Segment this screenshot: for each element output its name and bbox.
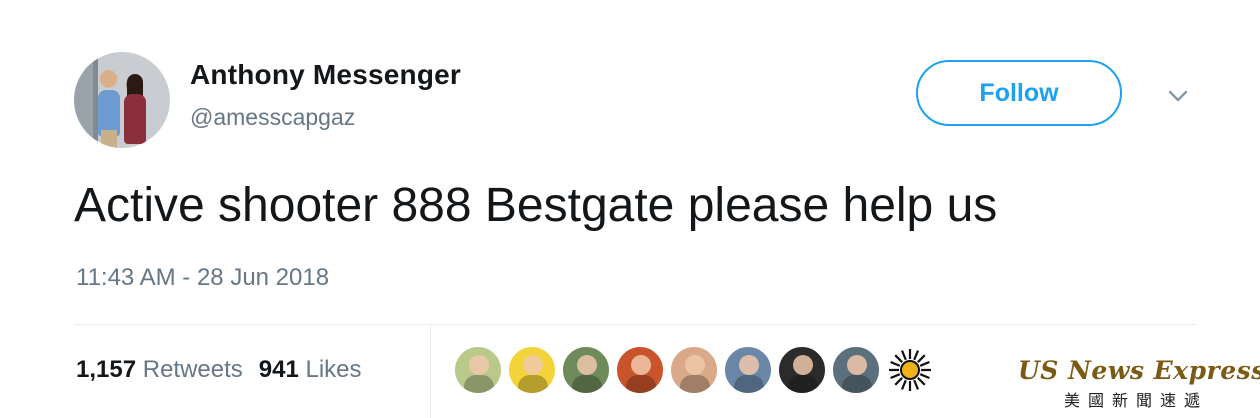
liker-avatar-4[interactable] <box>616 346 664 394</box>
author-name[interactable]: Anthony Messenger <box>190 59 461 91</box>
liker-avatar-5[interactable] <box>670 346 718 394</box>
watermark-title: US News Express <box>1018 356 1260 385</box>
likes-count: 941 <box>258 356 299 383</box>
liker-avatar-1[interactable] <box>454 346 502 394</box>
liker-avatar-8[interactable] <box>832 346 880 394</box>
author-avatar[interactable] <box>74 52 170 148</box>
likes-stat[interactable]: 941 Likes <box>259 356 362 383</box>
likes-label: Likes <box>305 356 362 383</box>
tweet-stats: 1,157 Retweets 941 Likes <box>76 356 362 384</box>
avatar-photo-detail <box>101 130 117 148</box>
follow-button[interactable]: Follow <box>916 60 1122 126</box>
retweets-label: Retweets <box>142 356 243 383</box>
author-handle[interactable]: @amesscapgaz <box>190 104 355 131</box>
avatar-photo-detail <box>124 94 146 144</box>
watermark-subtitle: 美國新聞速遞 <box>1063 391 1208 410</box>
tweet-text: Active shooter 888 Bestgate please help … <box>74 179 998 232</box>
tweet-timestamp[interactable]: 11:43 AM - 28 Jun 2018 <box>76 264 329 292</box>
liker-avatar-9[interactable] <box>886 346 934 394</box>
divider <box>74 324 1196 325</box>
retweets-stat[interactable]: 1,157 Retweets <box>76 356 243 383</box>
divider <box>430 325 431 418</box>
liker-avatar-7[interactable] <box>778 346 826 394</box>
sun-logo-icon <box>889 349 931 391</box>
retweets-count: 1,157 <box>76 356 137 383</box>
liker-avatar-2[interactable] <box>508 346 556 394</box>
liker-avatar-6[interactable] <box>724 346 772 394</box>
liker-avatar-3[interactable] <box>562 346 610 394</box>
watermark-logo: US News Express 美國新聞速遞 <box>1018 356 1260 411</box>
chevron-down-icon[interactable] <box>1166 84 1190 108</box>
